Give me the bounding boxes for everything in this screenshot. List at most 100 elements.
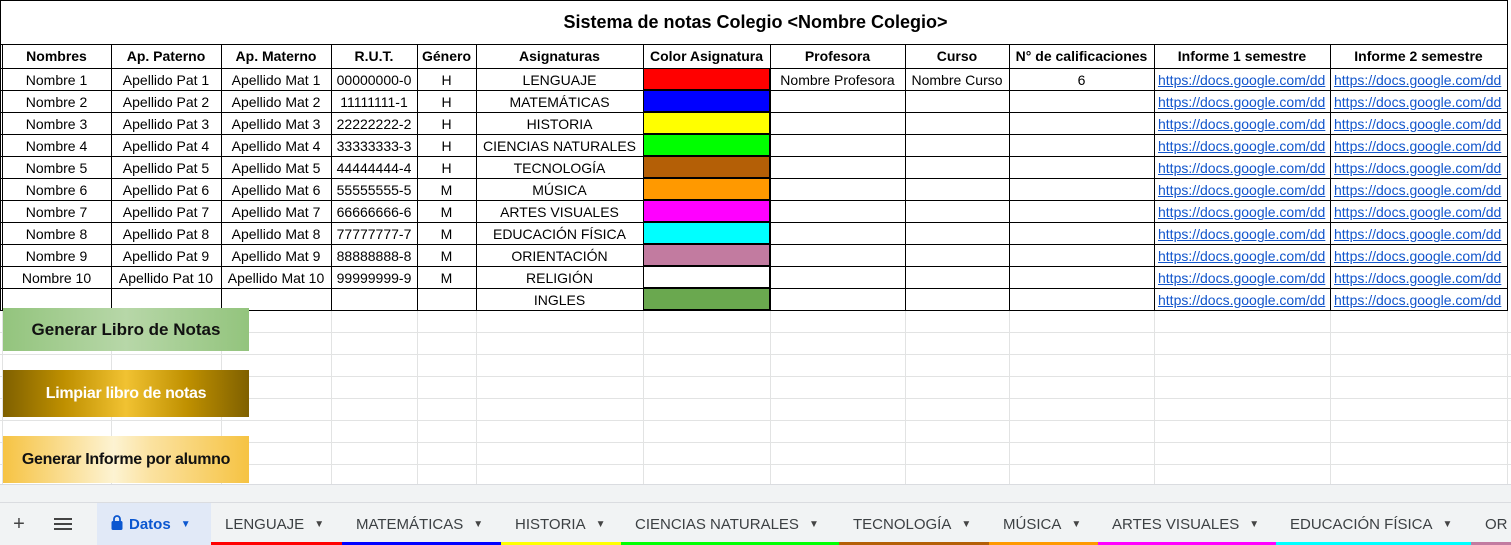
cell-ap-paterno[interactable]	[111, 288, 221, 310]
cell-genero[interactable]	[417, 288, 476, 310]
cell-curso[interactable]	[905, 222, 1009, 244]
cell-ap-paterno[interactable]: Apellido Pat 3	[111, 112, 221, 134]
cell-asignatura[interactable]: EDUCACIÓN FÍSICA	[476, 222, 643, 244]
horizontal-scroll-area[interactable]	[0, 484, 1511, 503]
report-link[interactable]: https://docs.google.com/dd	[1154, 266, 1330, 288]
cell-rut[interactable]: 33333333-3	[331, 134, 417, 156]
report-link[interactable]: https://docs.google.com/dd	[1154, 178, 1330, 200]
color-swatch-cell[interactable]	[643, 288, 770, 310]
plus-icon[interactable]: +	[4, 503, 34, 545]
cell-genero[interactable]: H	[417, 156, 476, 178]
report-link[interactable]: https://docs.google.com/dd	[1330, 178, 1507, 200]
chevron-down-icon[interactable]: ▼	[1443, 519, 1453, 530]
hamburger-menu-icon[interactable]	[46, 503, 80, 545]
cell-rut[interactable]: 44444444-4	[331, 156, 417, 178]
cell-asignatura[interactable]: ARTES VISUALES	[476, 200, 643, 222]
cell-ap-paterno[interactable]: Apellido Pat 1	[111, 68, 221, 90]
tab-tecnología[interactable]: TECNOLOGÍA ▼	[839, 503, 989, 545]
chevron-down-icon[interactable]: ▼	[181, 519, 191, 530]
cell-nombre[interactable]: Nombre 7	[2, 200, 111, 222]
cell-calificaciones[interactable]	[1009, 266, 1154, 288]
limpiar-libro-button[interactable]: Limpiar libro de notas	[3, 370, 249, 417]
color-swatch-cell[interactable]	[643, 266, 770, 288]
cell-ap-materno[interactable]: Apellido Mat 1	[221, 68, 331, 90]
column-header[interactable]: Informe 2 semestre	[1330, 44, 1507, 68]
cell-ap-paterno[interactable]: Apellido Pat 10	[111, 266, 221, 288]
cell-nombre[interactable]: Nombre 9	[2, 244, 111, 266]
cell-genero[interactable]: M	[417, 178, 476, 200]
cell-profesora[interactable]	[770, 112, 905, 134]
cell-profesora[interactable]	[770, 178, 905, 200]
cell-ap-materno[interactable]: Apellido Mat 2	[221, 90, 331, 112]
cell-ap-paterno[interactable]: Apellido Pat 8	[111, 222, 221, 244]
cell-genero[interactable]: H	[417, 112, 476, 134]
color-swatch-cell[interactable]	[643, 134, 770, 156]
cell-profesora[interactable]	[770, 200, 905, 222]
cell-nombre[interactable]: Nombre 1	[2, 68, 111, 90]
report-link[interactable]: https://docs.google.com/dd	[1154, 90, 1330, 112]
column-header[interactable]: Asignaturas	[476, 44, 643, 68]
cell-rut[interactable]: 00000000-0	[331, 68, 417, 90]
report-link[interactable]: https://docs.google.com/dd	[1154, 288, 1330, 310]
cell-curso[interactable]	[905, 178, 1009, 200]
chevron-down-icon[interactable]: ▼	[809, 519, 819, 530]
cell-curso[interactable]	[905, 288, 1009, 310]
cell-ap-paterno[interactable]: Apellido Pat 7	[111, 200, 221, 222]
chevron-down-icon[interactable]: ▼	[314, 519, 324, 530]
report-link[interactable]: https://docs.google.com/dd	[1330, 68, 1507, 90]
report-link[interactable]: https://docs.google.com/dd	[1154, 200, 1330, 222]
tab-ciencias-naturales[interactable]: CIENCIAS NATURALES ▼	[621, 503, 839, 545]
color-swatch-cell[interactable]	[643, 90, 770, 112]
cell-ap-materno[interactable]: Apellido Mat 9	[221, 244, 331, 266]
cell-curso[interactable]	[905, 112, 1009, 134]
sheet-title[interactable]: Sistema de notas Colegio <Nombre Colegio…	[0, 0, 1511, 44]
cell-nombre[interactable]: Nombre 8	[2, 222, 111, 244]
cell-profesora[interactable]	[770, 288, 905, 310]
column-header[interactable]: Curso	[905, 44, 1009, 68]
tab-lenguaje[interactable]: LENGUAJE ▼	[211, 503, 342, 545]
cell-ap-paterno[interactable]: Apellido Pat 9	[111, 244, 221, 266]
cell-asignatura[interactable]: TECNOLOGÍA	[476, 156, 643, 178]
cell-rut[interactable]: 22222222-2	[331, 112, 417, 134]
tab-datos[interactable]: Datos ▼	[97, 503, 211, 545]
color-swatch-cell[interactable]	[643, 156, 770, 178]
column-header[interactable]: Color Asignatura	[643, 44, 770, 68]
cell-nombre[interactable]: Nombre 10	[2, 266, 111, 288]
cell-calificaciones[interactable]	[1009, 288, 1154, 310]
cell-ap-materno[interactable]: Apellido Mat 3	[221, 112, 331, 134]
cell-profesora[interactable]	[770, 90, 905, 112]
tab-or[interactable]: OR	[1471, 503, 1511, 545]
cell-asignatura[interactable]: RELIGIÓN	[476, 266, 643, 288]
column-header[interactable]: N° de calificaciones	[1009, 44, 1154, 68]
report-link[interactable]: https://docs.google.com/dd	[1330, 266, 1507, 288]
report-link[interactable]: https://docs.google.com/dd	[1154, 112, 1330, 134]
report-link[interactable]: https://docs.google.com/dd	[1154, 222, 1330, 244]
color-swatch-cell[interactable]	[643, 68, 770, 90]
cell-calificaciones[interactable]: 6	[1009, 68, 1154, 90]
cell-nombre[interactable]: Nombre 4	[2, 134, 111, 156]
cell-ap-paterno[interactable]: Apellido Pat 5	[111, 156, 221, 178]
cell-profesora[interactable]	[770, 266, 905, 288]
cell-profesora[interactable]	[770, 222, 905, 244]
column-header[interactable]: Género	[417, 44, 476, 68]
cell-asignatura[interactable]: HISTORIA	[476, 112, 643, 134]
cell-asignatura[interactable]: ORIENTACIÓN	[476, 244, 643, 266]
tab-música[interactable]: MÚSICA ▼	[989, 503, 1098, 545]
cell-asignatura[interactable]: CIENCIAS NATURALES	[476, 134, 643, 156]
cell-curso[interactable]	[905, 156, 1009, 178]
cell-rut[interactable]	[331, 288, 417, 310]
cell-nombre[interactable]	[2, 288, 111, 310]
cell-calificaciones[interactable]	[1009, 134, 1154, 156]
cell-calificaciones[interactable]	[1009, 244, 1154, 266]
cell-asignatura[interactable]: LENGUAJE	[476, 68, 643, 90]
cell-asignatura[interactable]: INGLES	[476, 288, 643, 310]
cell-rut[interactable]: 11111111-1	[331, 90, 417, 112]
chevron-down-icon[interactable]: ▼	[1249, 519, 1259, 530]
tab-artes-visuales[interactable]: ARTES VISUALES ▼	[1098, 503, 1276, 545]
cell-curso[interactable]	[905, 200, 1009, 222]
cell-ap-materno[interactable]: Apellido Mat 6	[221, 178, 331, 200]
report-link[interactable]: https://docs.google.com/dd	[1154, 134, 1330, 156]
cell-genero[interactable]: H	[417, 134, 476, 156]
cell-curso[interactable]	[905, 244, 1009, 266]
chevron-down-icon[interactable]: ▼	[1071, 519, 1081, 530]
